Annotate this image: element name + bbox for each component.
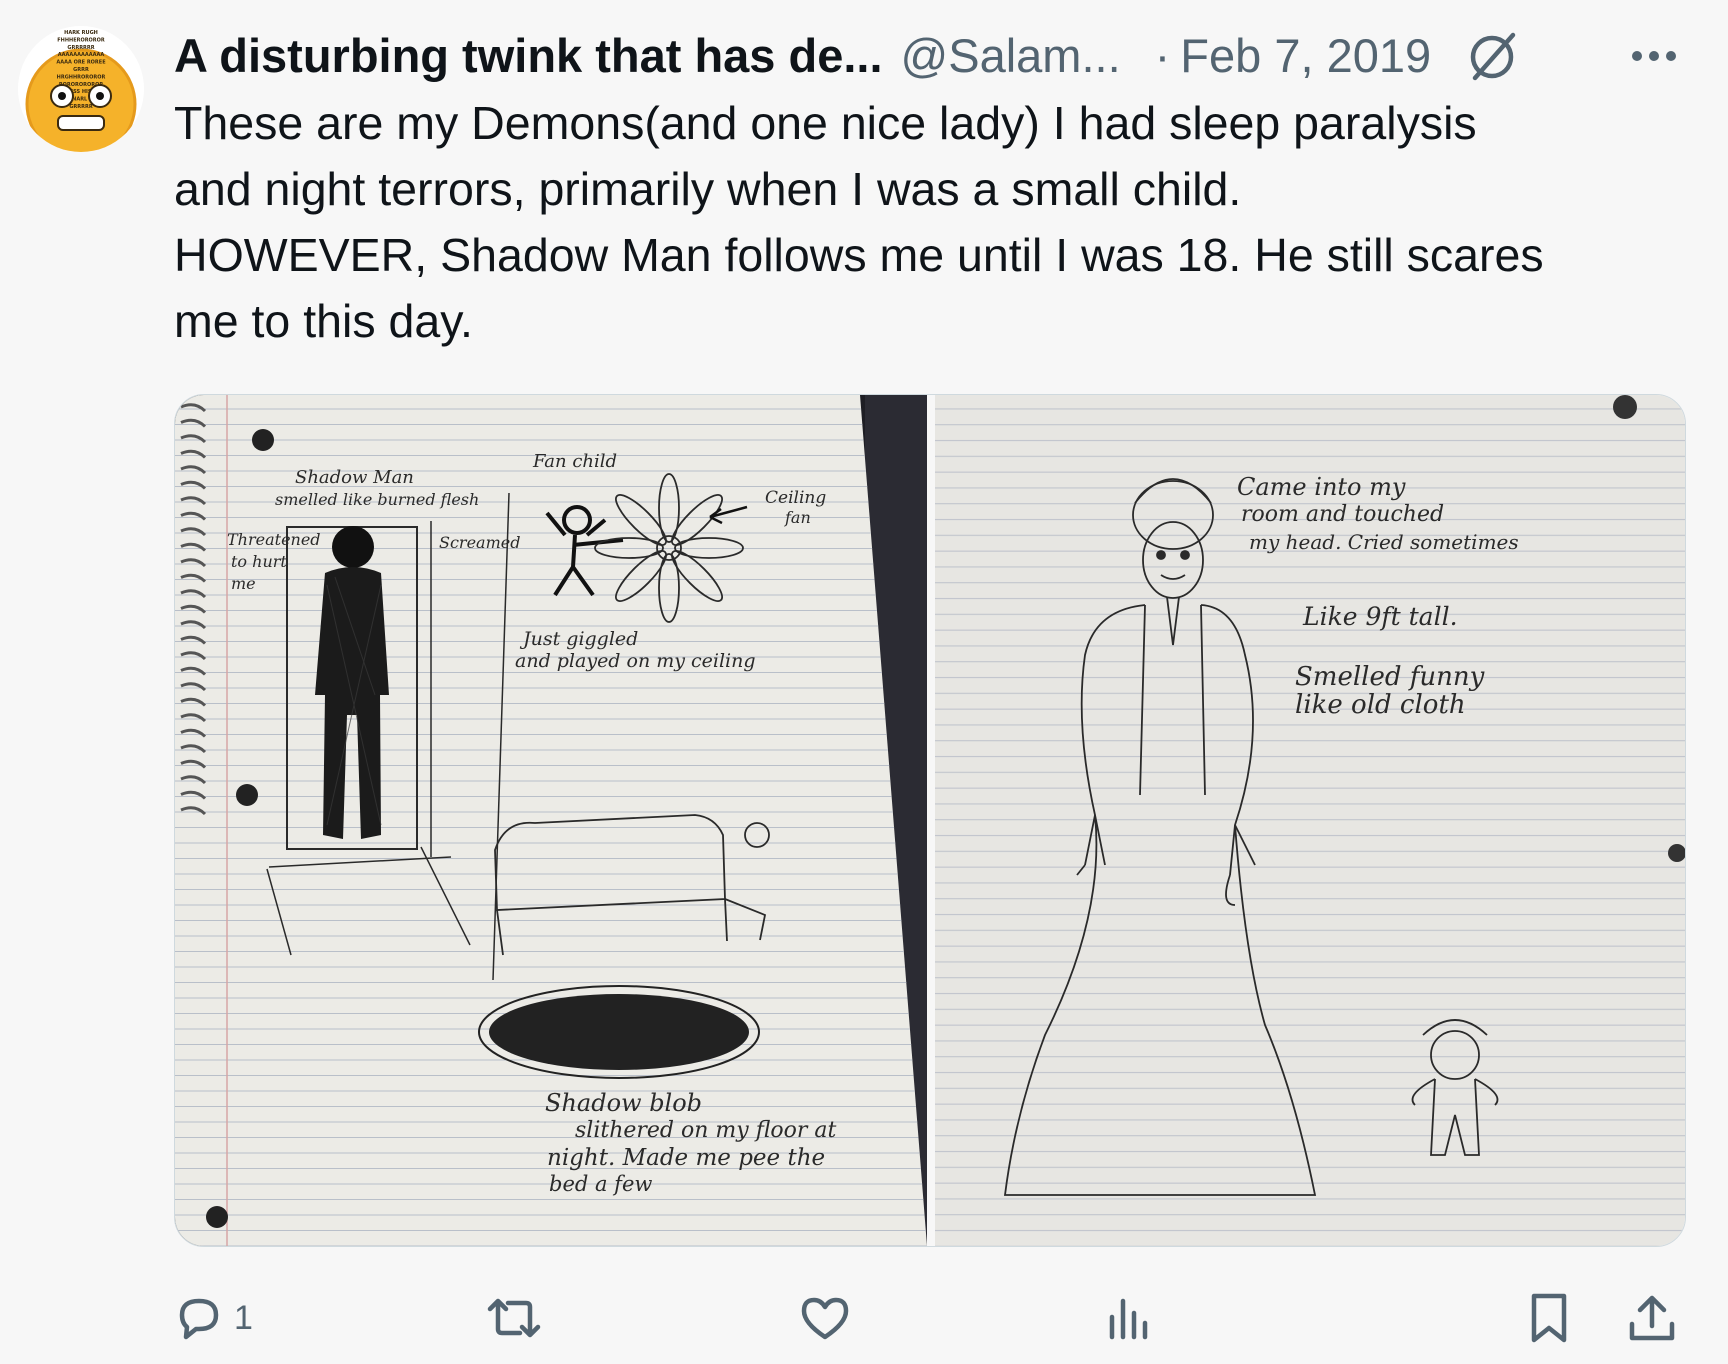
note-giggled-2: and played on my ceiling: [515, 650, 756, 672]
display-name[interactable]: A disturbing twink that has de...: [174, 24, 883, 88]
note-smelled-2: like old cloth: [1295, 690, 1466, 720]
avatar-text-line: GRRRRR: [69, 104, 93, 110]
drawing-shadow-man: Shadow Man smelled like burned flesh Thr…: [175, 395, 927, 1246]
note-screamed: Screamed: [439, 533, 520, 552]
drawing-tall-lady: Came into my room and touched my head. C…: [935, 395, 1685, 1246]
views-button[interactable]: [1104, 1290, 1154, 1346]
note-came-3: my head. Cried sometimes: [1249, 530, 1519, 554]
note-ceiling-1: Ceiling: [765, 488, 826, 508]
avatar-text-line: HRGHHROROROR: [57, 74, 106, 80]
separator: ·: [1154, 29, 1171, 82]
avatar-text-line: GRRR: [73, 67, 89, 73]
share-icon: [1629, 1295, 1675, 1341]
note-fan-child: Fan child: [532, 451, 617, 472]
note-blob-1: Shadow blob: [545, 1089, 702, 1117]
more-options-icon[interactable]: [1626, 28, 1682, 84]
note-came-1: Came into my: [1237, 473, 1406, 501]
photo-left[interactable]: Shadow Man smelled like burned flesh Thr…: [175, 395, 927, 1246]
photo-right[interactable]: Came into my room and touched my head. C…: [935, 395, 1685, 1246]
note-tall: Like 9ft tall.: [1302, 602, 1458, 631]
avatar-text-line: AAAA ORE ROREE: [56, 60, 106, 66]
views-icon: [1109, 1298, 1148, 1340]
note-smelled-1: Smelled funny: [1295, 662, 1485, 692]
note-threatened-3: me: [231, 574, 256, 593]
reply-button[interactable]: 1: [174, 1290, 253, 1346]
tweet-media[interactable]: Shadow Man smelled like burned flesh Thr…: [174, 394, 1686, 1247]
retweet-button[interactable]: [486, 1290, 542, 1346]
tweet: HARK RUGH FHHHEROROROR GRRRRRR AAAAAAAAAAAA…: [0, 0, 1728, 1364]
avatar-text-line: HARK RUGH: [64, 30, 98, 36]
note-came-2: room and touched: [1241, 502, 1444, 527]
tweet-date[interactable]: Feb 7, 2019: [1180, 24, 1431, 88]
note-ceiling-2: fan: [784, 508, 811, 527]
avatar-text-line: FHHHEROROROR: [57, 37, 105, 43]
avatar[interactable]: HARK RUGH FHHHEROROROR GRRRRRR AAAAAAAAAAAA…: [18, 26, 144, 152]
retweet-icon: [487, 1298, 541, 1338]
note-blob-2: slithered on my floor at: [575, 1118, 836, 1143]
tweet-actions: 1: [174, 1290, 1684, 1346]
reply-count: 1: [234, 1298, 253, 1337]
share-button[interactable]: [1626, 1290, 1678, 1346]
grok-icon[interactable]: [1463, 28, 1527, 84]
bookmark-icon: [1531, 1293, 1567, 1343]
tweet-text: These are my Demons(and one nice lady) I…: [174, 97, 1544, 347]
note-blob-3: night. Made me pee the: [547, 1145, 825, 1171]
note-giggled-1: Just giggled: [519, 628, 638, 650]
note-shadow-man-1: Shadow Man: [295, 467, 414, 488]
like-icon: [801, 1297, 849, 1340]
bookmark-button[interactable]: [1526, 1290, 1572, 1346]
avatar-text-line: AAAAAAAAAAAA: [58, 52, 105, 58]
note-threatened-2: to hurt: [231, 552, 287, 571]
like-button[interactable]: [798, 1290, 852, 1346]
avatar-text-line: GRRRRRR: [67, 45, 94, 51]
tweet-header: A disturbing twink that has de... @Salam…: [174, 24, 1704, 88]
note-blob-4: bed a few: [549, 1172, 652, 1196]
note-threatened-1: Threatened: [227, 530, 321, 549]
reply-icon: [179, 1298, 219, 1340]
user-handle[interactable]: @Salam...: [901, 24, 1121, 88]
note-shadow-man-2: smelled like burned flesh: [275, 490, 479, 509]
